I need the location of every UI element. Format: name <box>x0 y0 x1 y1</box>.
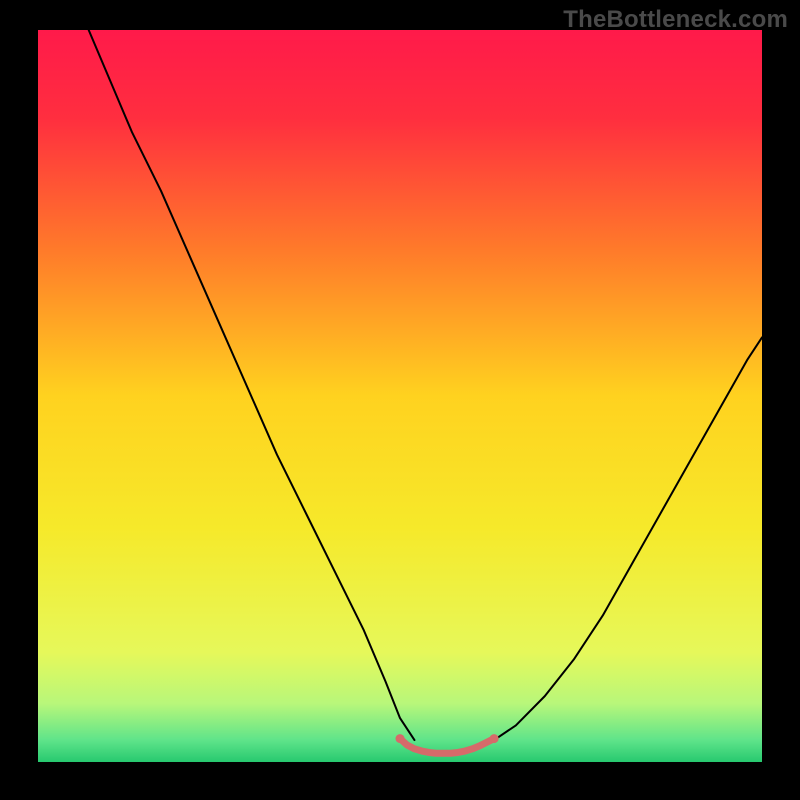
bottleneck-chart <box>38 30 762 762</box>
chart-background <box>38 30 762 762</box>
marker-floor-end-right <box>490 734 499 743</box>
chart-svg <box>38 30 762 762</box>
chart-frame: TheBottleneck.com <box>0 0 800 800</box>
marker-floor-end-left <box>396 734 405 743</box>
